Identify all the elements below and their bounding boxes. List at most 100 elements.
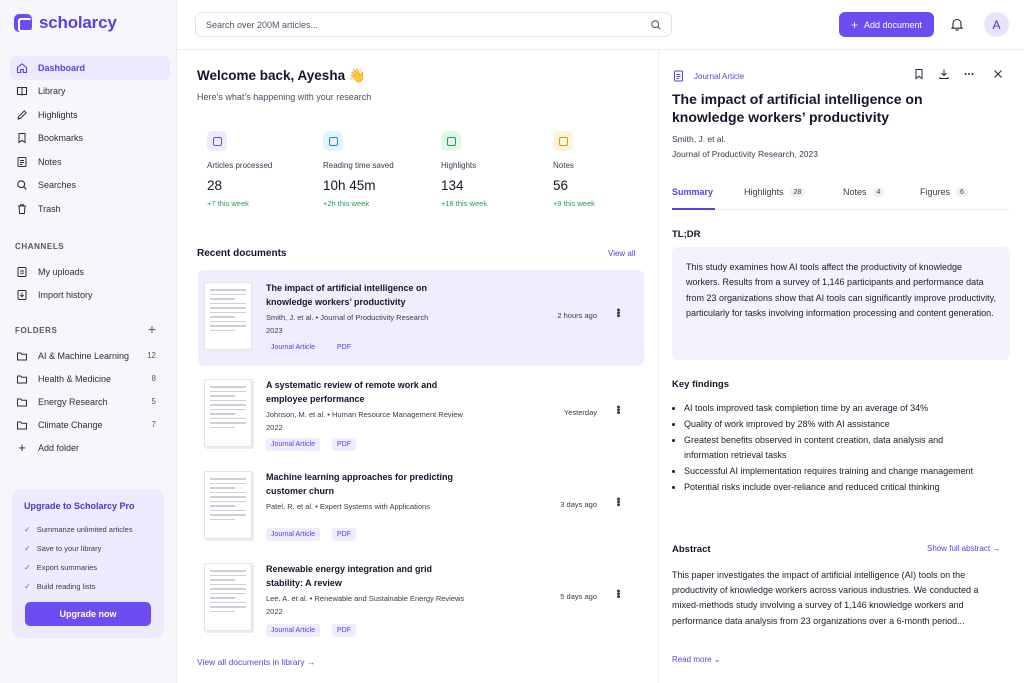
read-more-link[interactable]: Read more ⌄ (672, 655, 721, 664)
stat-card-articles: Articles processed 28 +7 this week (207, 131, 317, 208)
more-options-icon[interactable]: ••• (612, 308, 624, 317)
tab-count: 6 (956, 187, 968, 197)
stat-label: Highlights (441, 161, 477, 170)
stat-delta: +2h this week (323, 199, 370, 208)
check-icon: ✓ (24, 525, 31, 534)
stat-card-reading-time: Reading time saved 10h 45m +2h this week (323, 131, 433, 208)
plus-icon: + (18, 440, 26, 455)
finding-text: AI tools improved task completion time b… (684, 403, 929, 413)
document-type-tag: Journal Article (266, 438, 320, 451)
add-folder-label: Add folder (38, 442, 80, 453)
document-type: Journal Article (673, 70, 744, 82)
document-row[interactable]: Machine learning approaches for predicti… (198, 459, 644, 555)
logo[interactable]: scholarcy (14, 13, 117, 33)
sidebar-item-highlights[interactable]: Highlights (10, 103, 170, 127)
sidebar-item-dashboard[interactable]: Dashboard (10, 56, 170, 80)
document-row[interactable]: A systematic review of remote work and e… (198, 367, 644, 463)
view-all-link[interactable]: View all (608, 249, 635, 258)
sidebar-item-label: Trash (38, 203, 61, 214)
folder-item[interactable]: Health & Medicine 8 (10, 367, 170, 390)
tab-summary[interactable]: Summary (672, 187, 713, 197)
sidebar-item-label: Bookmarks (38, 133, 84, 144)
folders-list: AI & Machine Learning 12 Health & Medici… (10, 344, 170, 459)
sidebar-item-import-history[interactable]: Import history (10, 283, 170, 306)
sidebar-item-trash[interactable]: Trash (10, 197, 170, 221)
more-options-icon[interactable]: ••• (612, 405, 624, 414)
more-options-icon[interactable]: ••• (612, 589, 624, 598)
more-options-icon[interactable]: ••• (612, 497, 624, 506)
document-meta: Lee, A. et al. • Renewable and Sustainab… (266, 594, 465, 603)
avatar[interactable]: A (984, 12, 1009, 37)
document-format-tag: PDF (332, 438, 356, 451)
stat-value: 134 (441, 178, 464, 193)
folder-item[interactable]: Energy Research 5 (10, 390, 170, 413)
view-all-documents-link[interactable]: View all documents in library → (197, 657, 315, 667)
document-row[interactable]: Renewable energy integration and grid st… (198, 551, 644, 647)
document-title[interactable]: A systematic review of remote work and e… (266, 378, 456, 406)
stat-card-notes: Notes 56 +9 this week (553, 131, 663, 208)
search-input[interactable] (206, 19, 636, 30)
search-icon[interactable] (650, 19, 662, 31)
document-thumbnail (204, 471, 252, 539)
sidebar-item-library[interactable]: Library (10, 80, 170, 104)
tab-label: Figures (920, 187, 951, 197)
tldr-summary: This study examines how AI tools affect … (672, 247, 1010, 360)
bell-icon[interactable] (950, 17, 964, 31)
show-full-abstract-link[interactable]: Show full abstract → (927, 544, 1000, 553)
stat-value: 56 (553, 178, 569, 193)
sidebar-item-searches[interactable]: Searches (10, 174, 170, 198)
channel-label: My uploads (38, 266, 85, 277)
document-title[interactable]: Machine learning approaches for predicti… (266, 470, 456, 498)
document-year: 2023 (266, 326, 283, 335)
folder-icon (16, 396, 28, 408)
download-icon[interactable] (938, 68, 950, 80)
stat-value: 10h 45m (323, 178, 376, 193)
sidebar-item-my-uploads[interactable]: My uploads (10, 260, 170, 283)
document-meta: Smith, J. et al. • Journal of Productivi… (266, 313, 429, 322)
tab-count: 4 (872, 187, 885, 197)
document-row[interactable]: The impact of artificial intelligence on… (198, 270, 644, 366)
bookmark-icon[interactable] (913, 68, 925, 80)
document-title[interactable]: The impact of artificial intelligence on… (266, 281, 456, 309)
feature-label: Save to your library (36, 544, 102, 553)
main-nav: Dashboard Library Highlights Bookmarks N… (10, 56, 170, 221)
list-item: Quality of work improved by 28% with AI … (672, 417, 982, 432)
more-options-icon[interactable] (963, 68, 975, 80)
page-title: Welcome back, Ayesha 👋 (197, 68, 366, 83)
document-time: 3 days ago (560, 500, 597, 509)
sidebar-item-label: Searches (38, 180, 77, 191)
active-tab-indicator (672, 208, 715, 210)
tldr-heading: TL;DR (672, 229, 701, 240)
tab-figures[interactable]: Figures 6 (920, 187, 968, 197)
document-type-label: Journal Article (694, 71, 745, 81)
folder-label: Climate Change (38, 419, 103, 430)
close-icon[interactable] (992, 68, 1004, 80)
add-document-button[interactable]: + Add document (839, 12, 934, 37)
tab-highlights[interactable]: Highlights 28 (744, 187, 806, 197)
home-icon (16, 62, 28, 74)
add-folder-button[interactable]: + Add folder (10, 436, 170, 459)
feature-label: Export summaries (36, 563, 98, 572)
stat-delta: +9 this week (553, 199, 595, 208)
book-icon (16, 85, 28, 97)
folder-icon (16, 350, 28, 362)
upgrade-card: Upgrade to Scholarcy Pro ✓ Summarize unli… (12, 489, 164, 638)
tab-label: Summary (672, 187, 714, 197)
folder-item[interactable]: AI & Machine Learning 12 (10, 344, 170, 367)
highlighter-icon (441, 131, 461, 151)
folder-label: AI & Machine Learning (38, 350, 130, 361)
document-type-tag: Journal Article (266, 624, 320, 637)
folder-count: 8 (151, 374, 156, 383)
document-title[interactable]: Renewable energy integration and grid st… (266, 562, 456, 590)
tab-notes[interactable]: Notes 4 (843, 187, 885, 197)
folder-count: 7 (151, 420, 156, 429)
check-icon: ✓ (24, 582, 31, 591)
folder-item[interactable]: Climate Change 7 (10, 413, 170, 436)
plus-icon: + (850, 17, 858, 32)
upgrade-feature: ✓ Summarize unlimited articles (24, 520, 152, 539)
upgrade-now-button[interactable]: Upgrade now (25, 602, 151, 626)
sidebar-item-bookmarks[interactable]: Bookmarks (10, 127, 170, 151)
finding-text: Successful AI implementation requires tr… (684, 466, 974, 476)
sidebar-item-notes[interactable]: Notes (10, 150, 170, 174)
add-folder-plus-icon[interactable]: + (146, 322, 158, 336)
